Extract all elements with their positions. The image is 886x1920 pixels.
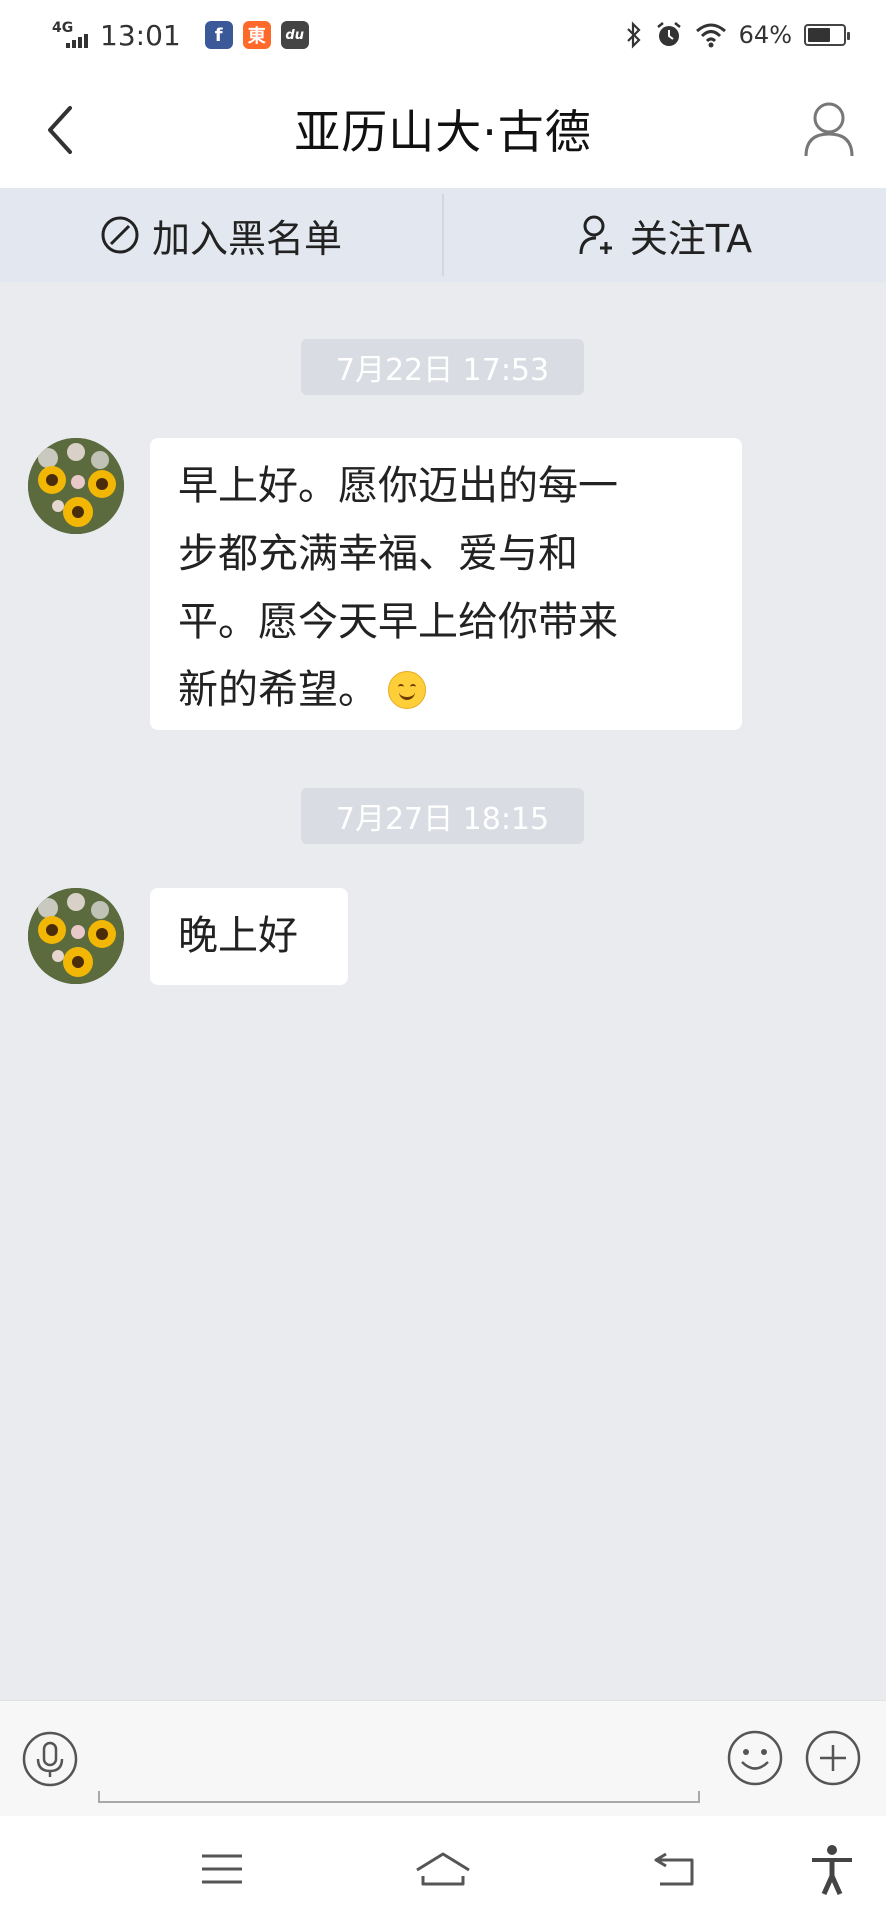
message-bubble: 晚上好 — [150, 888, 348, 985]
message-line: 步都充满幸福、爱与和 — [178, 531, 578, 577]
message-line: 晚上好 — [178, 913, 298, 959]
status-bar: 4G 13:01 f 東 du 64% — [0, 0, 886, 70]
action-bar: 加入黑名单 关注TA — [0, 188, 886, 282]
system-nav-bar — [0, 1816, 886, 1920]
cellular-signal-icon: 4G — [52, 20, 90, 50]
follow-button[interactable]: 关注TA — [444, 188, 886, 282]
alarm-icon — [656, 22, 681, 46]
taobao-icon: 東 — [242, 21, 271, 49]
microphone-icon[interactable] — [22, 1731, 78, 1787]
cat-app-icon: du — [280, 21, 309, 49]
wifi-icon — [695, 23, 726, 48]
battery-percent: 64% — [738, 21, 792, 49]
accessibility-icon[interactable] — [802, 1842, 862, 1896]
status-left: 4G 13:01 f 東 du — [52, 19, 309, 52]
sunflower-avatar-image — [28, 888, 124, 984]
emoji-icon[interactable] — [726, 1729, 784, 1787]
message-line: 平。愿今天早上给你带来 — [178, 599, 618, 645]
message-timestamp: 7月27日 18:15 — [301, 788, 584, 844]
smile-emoji-icon — [388, 671, 426, 709]
message-line: 早上好。愿你迈出的每一 — [178, 463, 618, 509]
plus-icon[interactable] — [804, 1729, 862, 1787]
message-line: 新的希望。 — [178, 656, 714, 724]
chevron-left-icon[interactable] — [40, 102, 80, 158]
menu-icon[interactable] — [192, 1842, 252, 1896]
avatar[interactable] — [28, 888, 124, 984]
add-user-icon — [579, 215, 612, 255]
user-icon[interactable] — [802, 98, 856, 158]
clock: 13:01 — [100, 18, 181, 52]
blacklist-button[interactable]: 加入黑名单 — [0, 188, 442, 282]
header: 亚历山大·古德 — [0, 70, 886, 188]
input-bar — [0, 1700, 886, 1816]
input-edge — [98, 1791, 100, 1803]
bluetooth-icon — [626, 21, 641, 49]
message-bubble: 早上好。愿你迈出的每一 步都充满幸福、爱与和 平。愿今天早上给你带来 新的希望。 — [150, 438, 742, 730]
input-edge — [698, 1791, 700, 1803]
blacklist-label: 加入黑名单 — [151, 216, 342, 261]
message-line-text: 新的希望。 — [178, 667, 378, 713]
sunflower-avatar-image — [28, 438, 124, 534]
page-title: 亚历山大·古德 — [294, 105, 592, 159]
message-timestamp: 7月22日 17:53 — [301, 339, 584, 395]
follow-label: 关注TA — [629, 216, 753, 261]
battery-icon — [804, 24, 850, 46]
facebook-icon: f — [204, 21, 233, 49]
block-icon — [101, 216, 139, 254]
status-right: 64% — [625, 21, 850, 49]
home-icon[interactable] — [413, 1842, 473, 1896]
back-icon[interactable] — [646, 1842, 706, 1896]
message-input[interactable] — [98, 1721, 700, 1803]
avatar[interactable] — [28, 438, 124, 534]
